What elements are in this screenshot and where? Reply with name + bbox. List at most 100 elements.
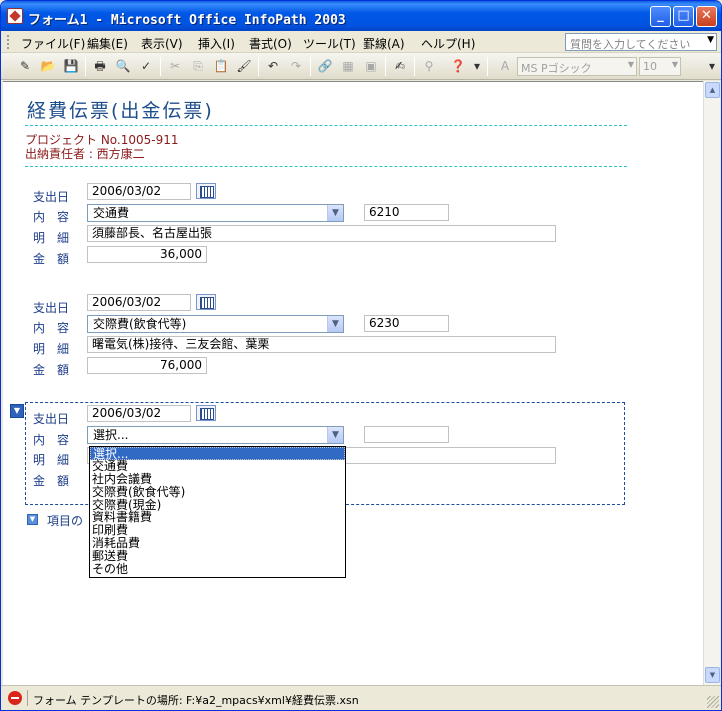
- date-field[interactable]: 2006/03/02: [87, 183, 191, 200]
- dropdown-option[interactable]: 選択...: [90, 447, 345, 460]
- menu-file[interactable]: ファイル(F): [21, 35, 85, 52]
- calendar-icon[interactable]: [196, 405, 216, 421]
- category-dropdown-list[interactable]: 選択... 交通費 社内会議費 交際費(飲食代等) 交際費(現金) 資料書籍費 …: [89, 446, 346, 578]
- account-code-field[interactable]: [364, 426, 449, 443]
- calendar-icon[interactable]: [196, 183, 216, 199]
- category-select[interactable]: 選択... ▼: [87, 426, 344, 444]
- dropdown-option[interactable]: 資料書籍費: [90, 511, 345, 524]
- toolbar-separator: [258, 57, 259, 76]
- amount-field[interactable]: 36,000: [87, 246, 207, 263]
- detail-field[interactable]: 須藤部長、名古屋出張: [87, 225, 556, 242]
- infopath-app-icon[interactable]: [7, 8, 23, 24]
- account-code-field[interactable]: 6230: [364, 315, 449, 332]
- help-question-input[interactable]: 質問を入力してください ▼: [565, 33, 717, 51]
- amount-field[interactable]: 76,000: [87, 357, 207, 374]
- toolbar-options-icon[interactable]: ▾: [706, 57, 718, 76]
- toolbar-options-icon[interactable]: ▾: [471, 57, 483, 76]
- detail-label: 明 細: [33, 231, 70, 245]
- digital-signature-icon[interactable]: ✍: [390, 57, 410, 76]
- date-label: 支出日: [33, 190, 70, 204]
- help-icon[interactable]: ❓: [448, 57, 468, 76]
- chevron-down-icon: ▼: [671, 60, 678, 69]
- toolbar-separator: [385, 57, 386, 76]
- dropdown-option[interactable]: 消耗品費: [90, 537, 345, 550]
- toolbar-separator: [160, 57, 161, 76]
- divider: [25, 166, 627, 167]
- form-title: 経費伝票(出金伝票): [27, 100, 214, 122]
- scroll-up-icon[interactable]: ▲: [705, 82, 720, 98]
- vertical-scrollbar[interactable]: ▲ ▼: [703, 81, 720, 685]
- insert-item-icon[interactable]: ▼: [27, 514, 38, 525]
- font-name-value: MS Pゴシック: [521, 62, 592, 75]
- font-name-select[interactable]: MS Pゴシック ▼: [517, 57, 637, 76]
- date-field[interactable]: 2006/03/02: [87, 405, 191, 422]
- menu-tools[interactable]: ツール(T): [303, 35, 356, 52]
- print-icon[interactable]: 🖶: [90, 57, 110, 76]
- status-bar: フォーム テンプレートの場所: F:¥a2_mpacs¥xml¥経費伝票.xsn: [1, 685, 721, 710]
- menu-table[interactable]: 罫線(A): [363, 35, 405, 52]
- insert-table-icon[interactable]: ▦: [338, 57, 358, 76]
- dropdown-option[interactable]: その他: [90, 563, 345, 576]
- minimize-button[interactable]: _: [650, 6, 671, 27]
- category-value: 選択...: [93, 428, 129, 442]
- toolbar-separator: [310, 57, 311, 76]
- infopath-window: フォーム1 - Microsoft Office InfoPath 2003 _…: [0, 0, 722, 711]
- open-folder-icon[interactable]: 📂: [38, 57, 58, 76]
- chevron-down-icon[interactable]: ▼: [327, 316, 343, 332]
- insert-item-link[interactable]: 項目の: [47, 512, 83, 529]
- cash-manager: 出納責任者 : 西方康二: [25, 147, 145, 161]
- dropdown-option[interactable]: 郵送費: [90, 550, 345, 563]
- redo-icon[interactable]: ↷: [286, 57, 306, 76]
- chevron-down-icon[interactable]: ▼: [707, 35, 714, 45]
- close-button[interactable]: ✕: [696, 6, 717, 27]
- save-icon[interactable]: 💾: [61, 57, 81, 76]
- scroll-down-icon[interactable]: ▼: [705, 667, 720, 683]
- detail-label: 明 細: [33, 342, 70, 356]
- spellcheck-icon[interactable]: ✓: [136, 57, 156, 76]
- design-icon[interactable]: ✎: [15, 57, 35, 76]
- print-preview-icon[interactable]: 🔍: [113, 57, 133, 76]
- detail-label: 明 細: [33, 453, 70, 467]
- research-icon[interactable]: ⚲: [419, 57, 439, 76]
- chevron-down-icon[interactable]: ▼: [327, 427, 343, 443]
- resize-grip-icon[interactable]: [707, 696, 719, 708]
- stop-icon: [8, 691, 22, 705]
- font-size-select[interactable]: 10 ▼: [639, 57, 681, 76]
- menu-help[interactable]: ヘルプ(H): [421, 35, 475, 52]
- undo-icon[interactable]: ↶: [263, 57, 283, 76]
- standard-toolbar: ✎ 📂 💾 🖶 🔍 ✓ ✂ ⎘ 📋 🖌 ↶ ↷ 🔗 ▦ ▣ ✍ ⚲ ❓ ▾ A …: [1, 53, 721, 80]
- font-style-icon[interactable]: A: [495, 57, 515, 76]
- content-label: 内 容: [33, 321, 70, 335]
- calendar-icon[interactable]: [196, 294, 216, 310]
- window-title: フォーム1 - Microsoft Office InfoPath 2003: [28, 13, 346, 28]
- menu-view[interactable]: 表示(V): [141, 35, 183, 52]
- dropdown-option[interactable]: 交通費: [90, 459, 345, 473]
- copy-icon[interactable]: ⎘: [188, 57, 208, 76]
- chevron-down-icon: ▼: [627, 60, 634, 69]
- dropdown-option[interactable]: 社内会議費: [90, 472, 345, 486]
- form-canvas: 経費伝票(出金伝票) プロジェクト No.1005-911 出納責任者 : 西方…: [3, 81, 703, 685]
- menu-grip-icon[interactable]: [7, 35, 10, 49]
- paste-icon[interactable]: 📋: [211, 57, 231, 76]
- format-painter-icon[interactable]: 🖌: [234, 57, 254, 76]
- toolbar-separator: [487, 57, 488, 76]
- detail-field[interactable]: 曙電気(株)接待、三友会館、葉栗: [87, 336, 556, 353]
- menu-insert[interactable]: 挿入(I): [198, 35, 235, 52]
- category-select[interactable]: 交際費(飲食代等) ▼: [87, 315, 344, 333]
- content-label: 内 容: [33, 210, 70, 224]
- insert-picture-icon[interactable]: ▣: [361, 57, 381, 76]
- menu-format[interactable]: 書式(O): [249, 35, 292, 52]
- dropdown-option[interactable]: 交際費(飲食代等): [90, 485, 345, 499]
- account-code-field[interactable]: 6210: [364, 204, 449, 221]
- section-menu-icon[interactable]: ▼: [10, 404, 24, 418]
- menu-edit[interactable]: 編集(E): [87, 35, 128, 52]
- chevron-down-icon[interactable]: ▼: [327, 205, 343, 221]
- cut-icon[interactable]: ✂: [165, 57, 185, 76]
- date-field[interactable]: 2006/03/02: [87, 294, 191, 311]
- maximize-button[interactable]: □: [673, 6, 694, 27]
- category-select[interactable]: 交通費 ▼: [87, 204, 344, 222]
- hyperlink-icon[interactable]: 🔗: [315, 57, 335, 76]
- menu-bar: ファイル(F) 編集(E) 表示(V) 挿入(I) 書式(O) ツール(T) 罫…: [1, 31, 721, 53]
- divider: [25, 125, 627, 126]
- category-value: 交通費: [93, 206, 130, 220]
